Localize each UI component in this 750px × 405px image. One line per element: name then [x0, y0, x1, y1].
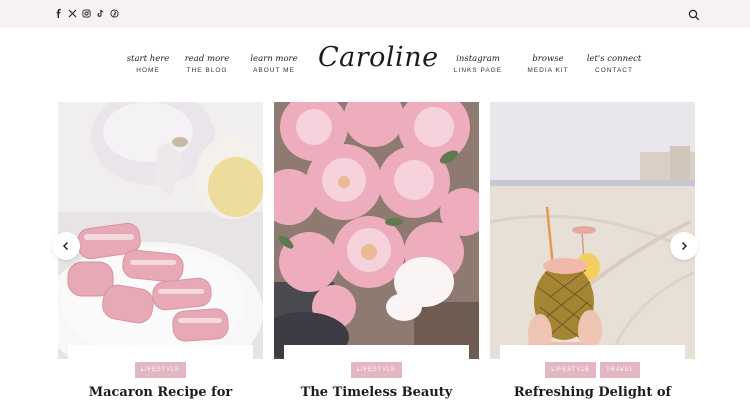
category-tag[interactable]: LIFESTYLE: [545, 362, 597, 378]
post-card: LIFESTYLE TRAVEL Refreshing Delight of: [500, 345, 685, 405]
top-bar: [0, 0, 750, 28]
nav-item-the-blog[interactable]: read more THE BLOG: [170, 54, 244, 74]
instagram-icon[interactable]: [82, 8, 91, 19]
category-tag[interactable]: LIFESTYLE: [135, 362, 186, 378]
nav-item-media-kit[interactable]: browse MEDIA KIT: [511, 54, 585, 74]
nav-item-contact[interactable]: let's connect CONTACT: [577, 54, 651, 74]
carousel-next-button[interactable]: [670, 232, 698, 260]
post-card-image[interactable]: [490, 102, 695, 359]
chevron-right-icon: [681, 241, 688, 251]
macarons-and-tea-photo: [58, 102, 263, 359]
post-card-image[interactable]: [274, 102, 479, 359]
nav-item-label: THE BLOG: [186, 67, 228, 74]
nav-item-label: LINKS PAGE: [453, 67, 503, 74]
nav-item-about-me[interactable]: learn more ABOUT ME: [237, 54, 311, 74]
post-card: LIFESTYLE The Timeless Beauty: [284, 345, 469, 405]
site-logo[interactable]: Caroline: [318, 42, 438, 73]
search-icon[interactable]: [688, 8, 700, 21]
peony-bouquet-photo: [274, 102, 479, 359]
nav-item-script: browse: [532, 54, 564, 64]
nav-item-label: ABOUT ME: [253, 67, 295, 74]
tiktok-icon[interactable]: [96, 8, 105, 19]
nav-item-label: CONTACT: [595, 67, 633, 74]
nav-item-script: read more: [184, 54, 230, 64]
category-tag[interactable]: TRAVEL: [600, 362, 640, 378]
chevron-left-icon: [62, 241, 69, 251]
post-card-image[interactable]: [58, 102, 263, 359]
pineapple-drink-beach-photo: [490, 102, 695, 359]
carousel-prev-button[interactable]: [52, 232, 80, 260]
nav-item-label: MEDIA KIT: [527, 67, 569, 74]
nav-item-links-page[interactable]: instagram LINKS PAGE: [441, 54, 515, 74]
x-icon[interactable]: [68, 8, 77, 19]
post-card: LIFESTYLE Macaron Recipe for: [68, 345, 253, 405]
facebook-icon[interactable]: [54, 8, 63, 19]
social-links: [54, 8, 119, 19]
category-tag[interactable]: LIFESTYLE: [351, 362, 402, 378]
nav-item-script: instagram: [456, 54, 500, 64]
nav-item-script: learn more: [250, 54, 298, 64]
nav-item-script: let's connect: [586, 54, 642, 64]
pinterest-icon[interactable]: [110, 8, 119, 19]
